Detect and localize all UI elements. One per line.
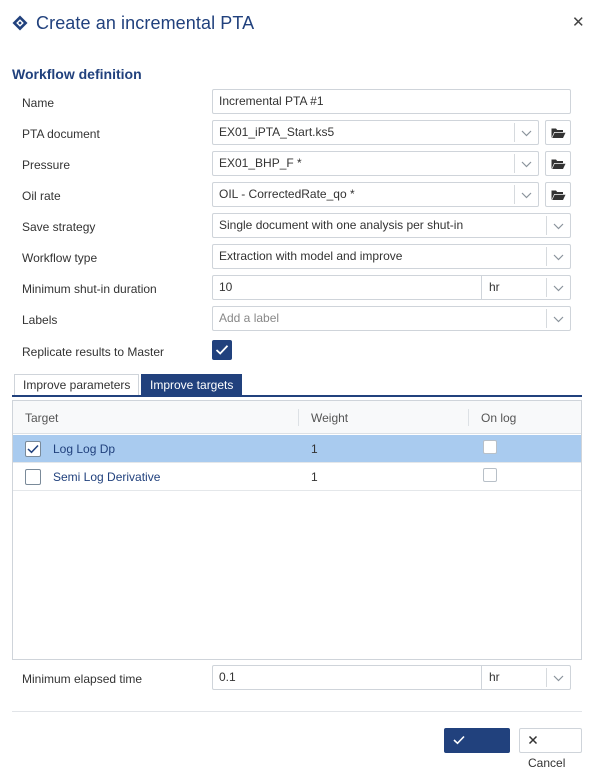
tab-improve-targets[interactable]: Improve targets — [141, 374, 243, 396]
min-shutin-unit[interactable]: hr — [489, 276, 500, 299]
workflow-type-label: Workflow type — [22, 251, 98, 265]
name-value: Incremental PTA #1 — [219, 94, 324, 108]
cancel-label: Cancel — [528, 756, 566, 770]
pressure-label: Pressure — [22, 158, 71, 172]
labels-placeholder: Add a label — [219, 311, 280, 325]
min-elapsed-value: 0.1 — [219, 670, 236, 684]
chevron-down-icon[interactable] — [546, 309, 570, 328]
workflow-type-value: Extraction with model and improve — [219, 249, 403, 263]
close-icon — [528, 735, 538, 745]
pta-document-select[interactable]: EX01_iPTA_Start.ks5 — [212, 120, 539, 145]
labels-label: Labels — [22, 313, 58, 327]
oil-rate-select[interactable]: OIL - CorrectedRate_qo * — [212, 182, 539, 207]
pta-document-value: EX01_iPTA_Start.ks5 — [219, 125, 335, 139]
min-shutin-input[interactable]: 10 hr — [212, 275, 571, 300]
open-folder-icon[interactable] — [545, 151, 571, 176]
chevron-down-icon[interactable] — [546, 247, 570, 266]
save-strategy-value: Single document with one analysis per sh… — [219, 218, 464, 232]
chevron-down-icon[interactable] — [546, 216, 570, 235]
chevron-down-icon[interactable] — [514, 185, 538, 204]
labels-input[interactable]: Add a label — [212, 306, 571, 331]
create-button[interactable]: Create — [444, 728, 510, 770]
cancel-button[interactable]: Cancel — [519, 728, 582, 770]
tab-underline — [12, 395, 582, 397]
on-log-checkbox[interactable] — [483, 468, 497, 482]
target-name: Log Log Dp — [53, 442, 116, 456]
oil-rate-label: Oil rate — [22, 189, 61, 203]
section-title: Workflow definition — [12, 66, 142, 82]
save-strategy-select[interactable]: Single document with one analysis per sh… — [212, 213, 571, 238]
min-shutin-label: Minimum shut-in duration — [22, 282, 157, 296]
diamond-nav-icon — [12, 15, 28, 31]
table-row[interactable]: Semi Log Derivative 1 — [13, 463, 581, 491]
name-label: Name — [22, 96, 55, 110]
min-elapsed-label: Minimum elapsed time — [22, 672, 143, 686]
create-label: Create — [453, 756, 490, 770]
min-elapsed-unit[interactable]: hr — [489, 666, 500, 689]
close-icon[interactable]: ✕ — [572, 15, 585, 31]
targets-grid: Target Weight On log Log Log Dp 1 Semi L… — [12, 400, 582, 660]
dialog-title: Create an incremental PTA — [36, 13, 255, 33]
footer-divider — [12, 711, 582, 712]
pressure-value: EX01_BHP_F * — [219, 156, 302, 170]
row-checkbox[interactable] — [25, 441, 41, 457]
target-name: Semi Log Derivative — [53, 470, 161, 484]
target-weight[interactable]: 1 — [311, 470, 318, 484]
chevron-down-icon[interactable] — [546, 668, 570, 687]
min-shutin-value: 10 — [219, 280, 233, 294]
target-weight[interactable]: 1 — [311, 442, 318, 456]
oil-rate-value: OIL - CorrectedRate_qo * — [219, 187, 355, 201]
header-on-log[interactable]: On log — [481, 411, 516, 425]
check-icon — [453, 735, 465, 745]
save-strategy-label: Save strategy — [22, 220, 96, 234]
header-weight[interactable]: Weight — [311, 411, 348, 425]
open-folder-icon[interactable] — [545, 182, 571, 207]
open-folder-icon[interactable] — [545, 120, 571, 145]
chevron-down-icon[interactable] — [546, 278, 570, 297]
chevron-down-icon[interactable] — [514, 123, 538, 142]
name-input[interactable]: Incremental PTA #1 — [212, 89, 571, 114]
grid-header: Target Weight On log — [13, 401, 581, 434]
tab-improve-parameters[interactable]: Improve parameters — [14, 374, 140, 396]
workflow-type-select[interactable]: Extraction with model and improve — [212, 244, 571, 269]
on-log-checkbox[interactable] — [483, 440, 497, 454]
table-row[interactable]: Log Log Dp 1 — [13, 435, 581, 463]
header-target[interactable]: Target — [25, 411, 58, 425]
min-elapsed-input[interactable]: 0.1 hr — [212, 665, 571, 690]
row-checkbox[interactable] — [25, 469, 41, 485]
pressure-select[interactable]: EX01_BHP_F * — [212, 151, 539, 176]
pta-document-label: PTA document — [22, 127, 100, 141]
replicate-label: Replicate results to Master — [22, 345, 165, 359]
chevron-down-icon[interactable] — [514, 154, 538, 173]
replicate-checkbox[interactable] — [212, 340, 232, 360]
